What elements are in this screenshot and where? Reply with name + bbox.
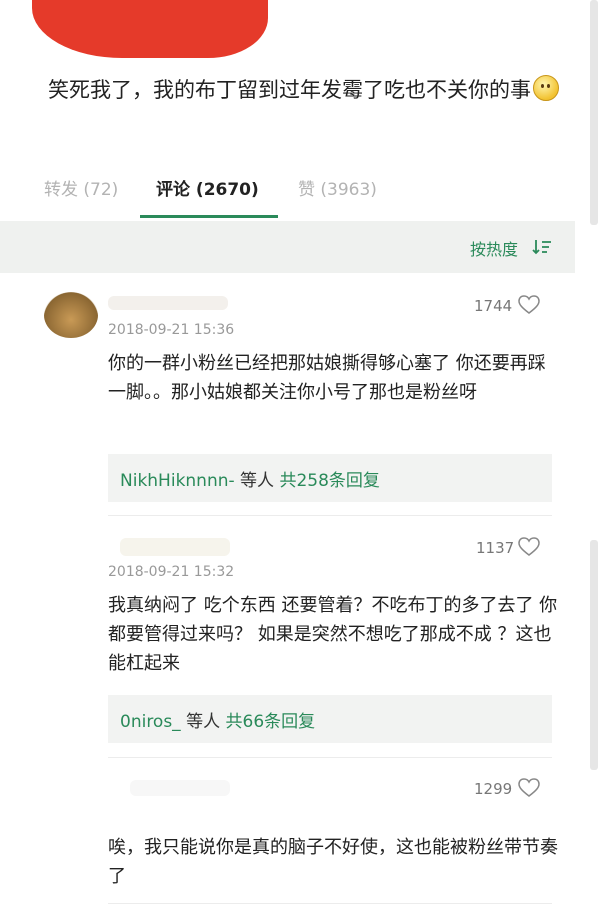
reply-connector: 等人 <box>234 471 280 491</box>
username-redacted <box>108 296 228 310</box>
reply-user[interactable]: 0niros_ <box>120 712 181 732</box>
tab-reposts[interactable]: 转发 (72) <box>44 175 118 200</box>
divider <box>108 757 552 758</box>
reply-count[interactable]: 共66条回复 <box>226 712 316 732</box>
reply-user[interactable]: NikhHiknnnn- <box>120 471 235 491</box>
smile-emoji-icon <box>533 75 559 101</box>
avatar[interactable] <box>44 292 98 338</box>
comment-text: 你的一群小粉丝已经把那姑娘撕得够心塞了 你还要再踩一脚。。那小姑娘都关注你小号了… <box>108 353 546 403</box>
divider <box>108 515 552 516</box>
username-redacted <box>130 780 230 796</box>
post-text: 笑死我了，我的布丁留到过年发霉了吃也不关你的事 <box>48 78 531 102</box>
comment-time: 2018-09-21 15:36 <box>108 322 235 338</box>
heart-icon[interactable] <box>518 537 540 557</box>
tab-comments[interactable]: 评论 (2670) <box>156 175 259 200</box>
reply-count[interactable]: 共258条回复 <box>279 471 379 491</box>
reply-summary[interactable]: 0niros_ 等人 共66条回复 <box>108 695 552 743</box>
comment-text: 我真纳闷了 吃个东西 还要管着？不吃布丁的多了去了 你都要管得过来吗？ 如果是突… <box>108 595 558 674</box>
like-count: 1137 <box>476 539 515 557</box>
sort-by-hot-button[interactable]: 按热度 <box>470 236 518 260</box>
sort-desc-icon[interactable] <box>532 238 552 256</box>
scrollbar[interactable] <box>590 540 598 770</box>
tab-bar: 转发 (72) 评论 (2670) 赞 (3963) <box>0 165 600 220</box>
divider <box>108 903 552 904</box>
comment-time: 2018-09-21 15:32 <box>108 564 235 580</box>
comment-text: 唉，我只能说你是真的脑子不好使，这也能被粉丝带节奏了 <box>108 837 558 887</box>
redaction-mark <box>32 0 268 58</box>
reply-connector: 等人 <box>180 712 226 732</box>
username-redacted <box>120 538 230 556</box>
heart-icon[interactable] <box>518 295 540 315</box>
reply-summary[interactable]: NikhHiknnnn- 等人 共258条回复 <box>108 454 552 502</box>
heart-icon[interactable] <box>518 778 540 798</box>
tab-likes[interactable]: 赞 (3963) <box>298 175 377 200</box>
like-count: 1299 <box>474 780 513 798</box>
active-tab-indicator <box>140 215 278 218</box>
post-body: 笑死我了，我的布丁留到过年发霉了吃也不关你的事 <box>48 70 560 110</box>
like-count: 1744 <box>474 297 513 315</box>
